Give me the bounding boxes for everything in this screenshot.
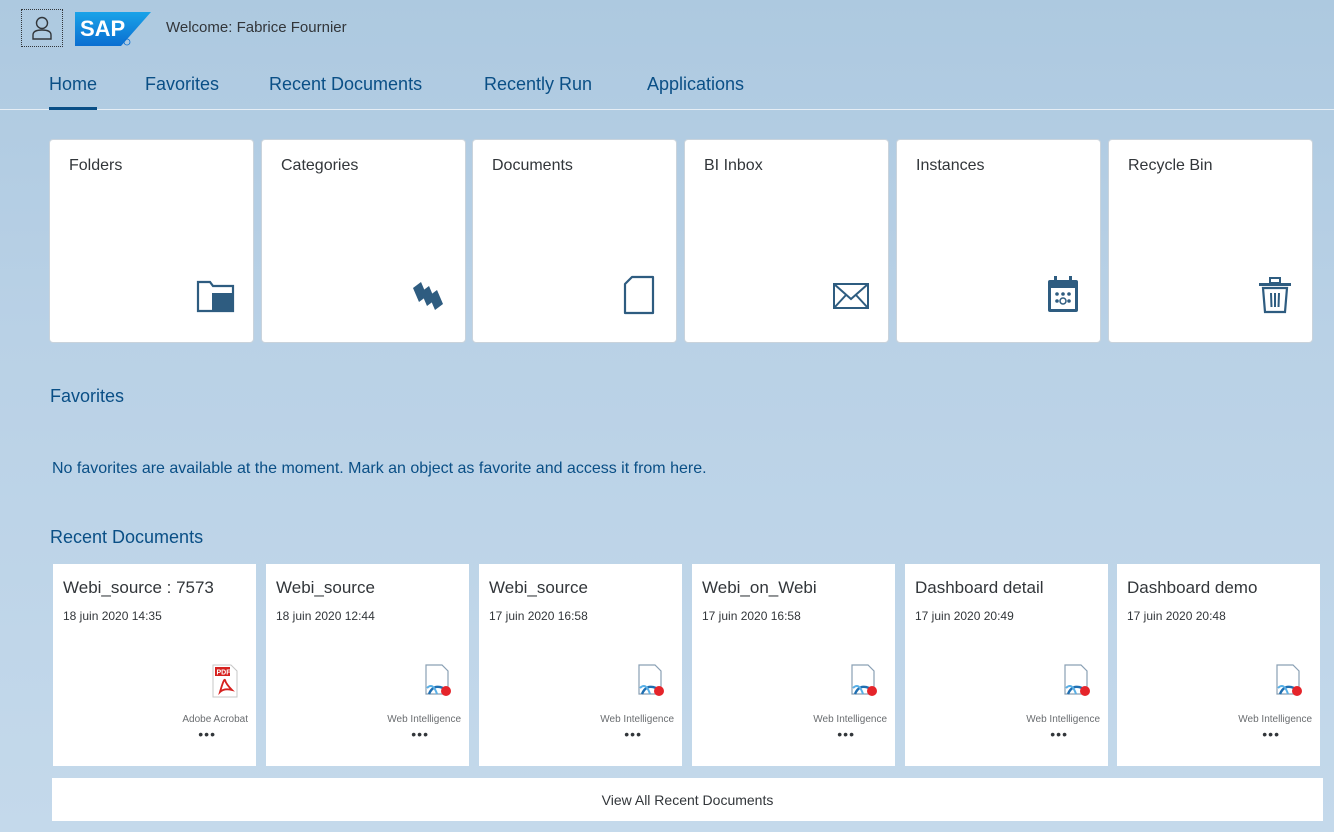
recent-document-card[interactable]: Webi_source 17 juin 2020 16:58 Web Intel… [479,564,682,766]
document-type: Web Intelligence [600,714,674,725]
favorites-section-title: Favorites [50,386,125,406]
document-name: Webi_on_Webi [702,578,817,597]
favorites-empty-message: No favorites are available at the moment… [52,460,707,477]
more-actions-button[interactable]: ••• [1117,726,1320,742]
webi-icon [1276,664,1302,696]
user-icon [32,16,52,40]
document-date: 17 juin 2020 20:48 [1127,609,1226,623]
welcome-text: Welcome: Fabrice Fournier [166,19,347,36]
folder-icon [196,280,235,313]
more-actions-button[interactable]: ••• [692,726,895,742]
recent-document-card[interactable]: Dashboard detail 17 juin 2020 20:49 Web … [905,564,1108,766]
tile-title: Documents [492,157,573,174]
calendar-icon [1048,276,1078,312]
document-icon [623,275,655,315]
document-type: Web Intelligence [387,714,461,725]
document-name: Webi_source : 7573 [63,578,214,597]
tab-favorites[interactable]: Favorites [145,74,219,110]
document-date: 17 juin 2020 20:49 [915,609,1014,623]
document-type: Web Intelligence [1238,714,1312,725]
svg-text:PDF: PDF [217,670,232,677]
more-actions-button[interactable]: ••• [905,726,1108,742]
tab-recently-run[interactable]: Recently Run [484,74,592,110]
webi-icon [425,664,451,696]
user-profile-button[interactable] [21,9,63,47]
document-date: 17 juin 2020 16:58 [702,609,801,623]
document-type: Web Intelligence [1026,714,1100,725]
trash-icon [1259,277,1291,314]
tile-instances[interactable]: Instances [896,139,1101,343]
tile-recycle-bin[interactable]: Recycle Bin [1108,139,1313,343]
inbox-icon [833,283,869,309]
recent-documents-section-title: Recent Documents [50,527,204,547]
document-name: Dashboard detail [915,578,1044,597]
tile-categories[interactable]: Categories [261,139,466,343]
document-date: 18 juin 2020 14:35 [63,609,162,623]
tile-title: Recycle Bin [1128,157,1213,174]
tab-recent-documents[interactable]: Recent Documents [269,74,422,110]
document-date: 17 juin 2020 16:58 [489,609,588,623]
sap-logo: SAP [75,12,151,46]
document-type: Web Intelligence [813,714,887,725]
webi-icon [638,664,664,696]
more-actions-button[interactable]: ••• [266,726,469,742]
more-actions-button[interactable]: ••• [479,726,682,742]
document-name: Webi_source [489,578,588,597]
document-type: Adobe Acrobat [182,714,248,725]
pdf-icon: PDF [212,664,238,698]
recent-document-card[interactable]: Dashboard demo 17 juin 2020 20:48 Web In… [1117,564,1320,766]
shell-header: SAP Welcome: Fabrice Fournier [0,0,1334,56]
document-date: 18 juin 2020 12:44 [276,609,375,623]
tile-title: BI Inbox [704,157,763,174]
main-tabs: Home Favorites Recent Documents Recently… [0,70,1334,110]
tile-title: Categories [281,157,359,174]
view-all-recent-documents-button[interactable]: View All Recent Documents [52,778,1323,821]
webi-icon [1064,664,1090,696]
tile-bi-inbox[interactable]: BI Inbox [684,139,889,343]
recent-document-card[interactable]: Webi_source 18 juin 2020 12:44 Web Intel… [266,564,469,766]
tile-folders[interactable]: Folders [49,139,254,343]
tile-title: Folders [69,157,123,174]
webi-icon [851,664,877,696]
tile-documents[interactable]: Documents [472,139,677,343]
tile-title: Instances [916,157,985,174]
tab-home[interactable]: Home [49,74,98,110]
recent-document-card[interactable]: Webi_on_Webi 17 juin 2020 16:58 Web Inte… [692,564,895,766]
tab-applications[interactable]: Applications [647,74,744,110]
document-name: Dashboard demo [1127,578,1258,597]
document-name: Webi_source [276,578,375,597]
svg-text:SAP: SAP [80,16,125,41]
categories-icon [413,282,443,310]
more-actions-button[interactable]: ••• [53,726,256,742]
recent-document-card[interactable]: Webi_source : 7573 18 juin 2020 14:35 PD… [53,564,256,766]
